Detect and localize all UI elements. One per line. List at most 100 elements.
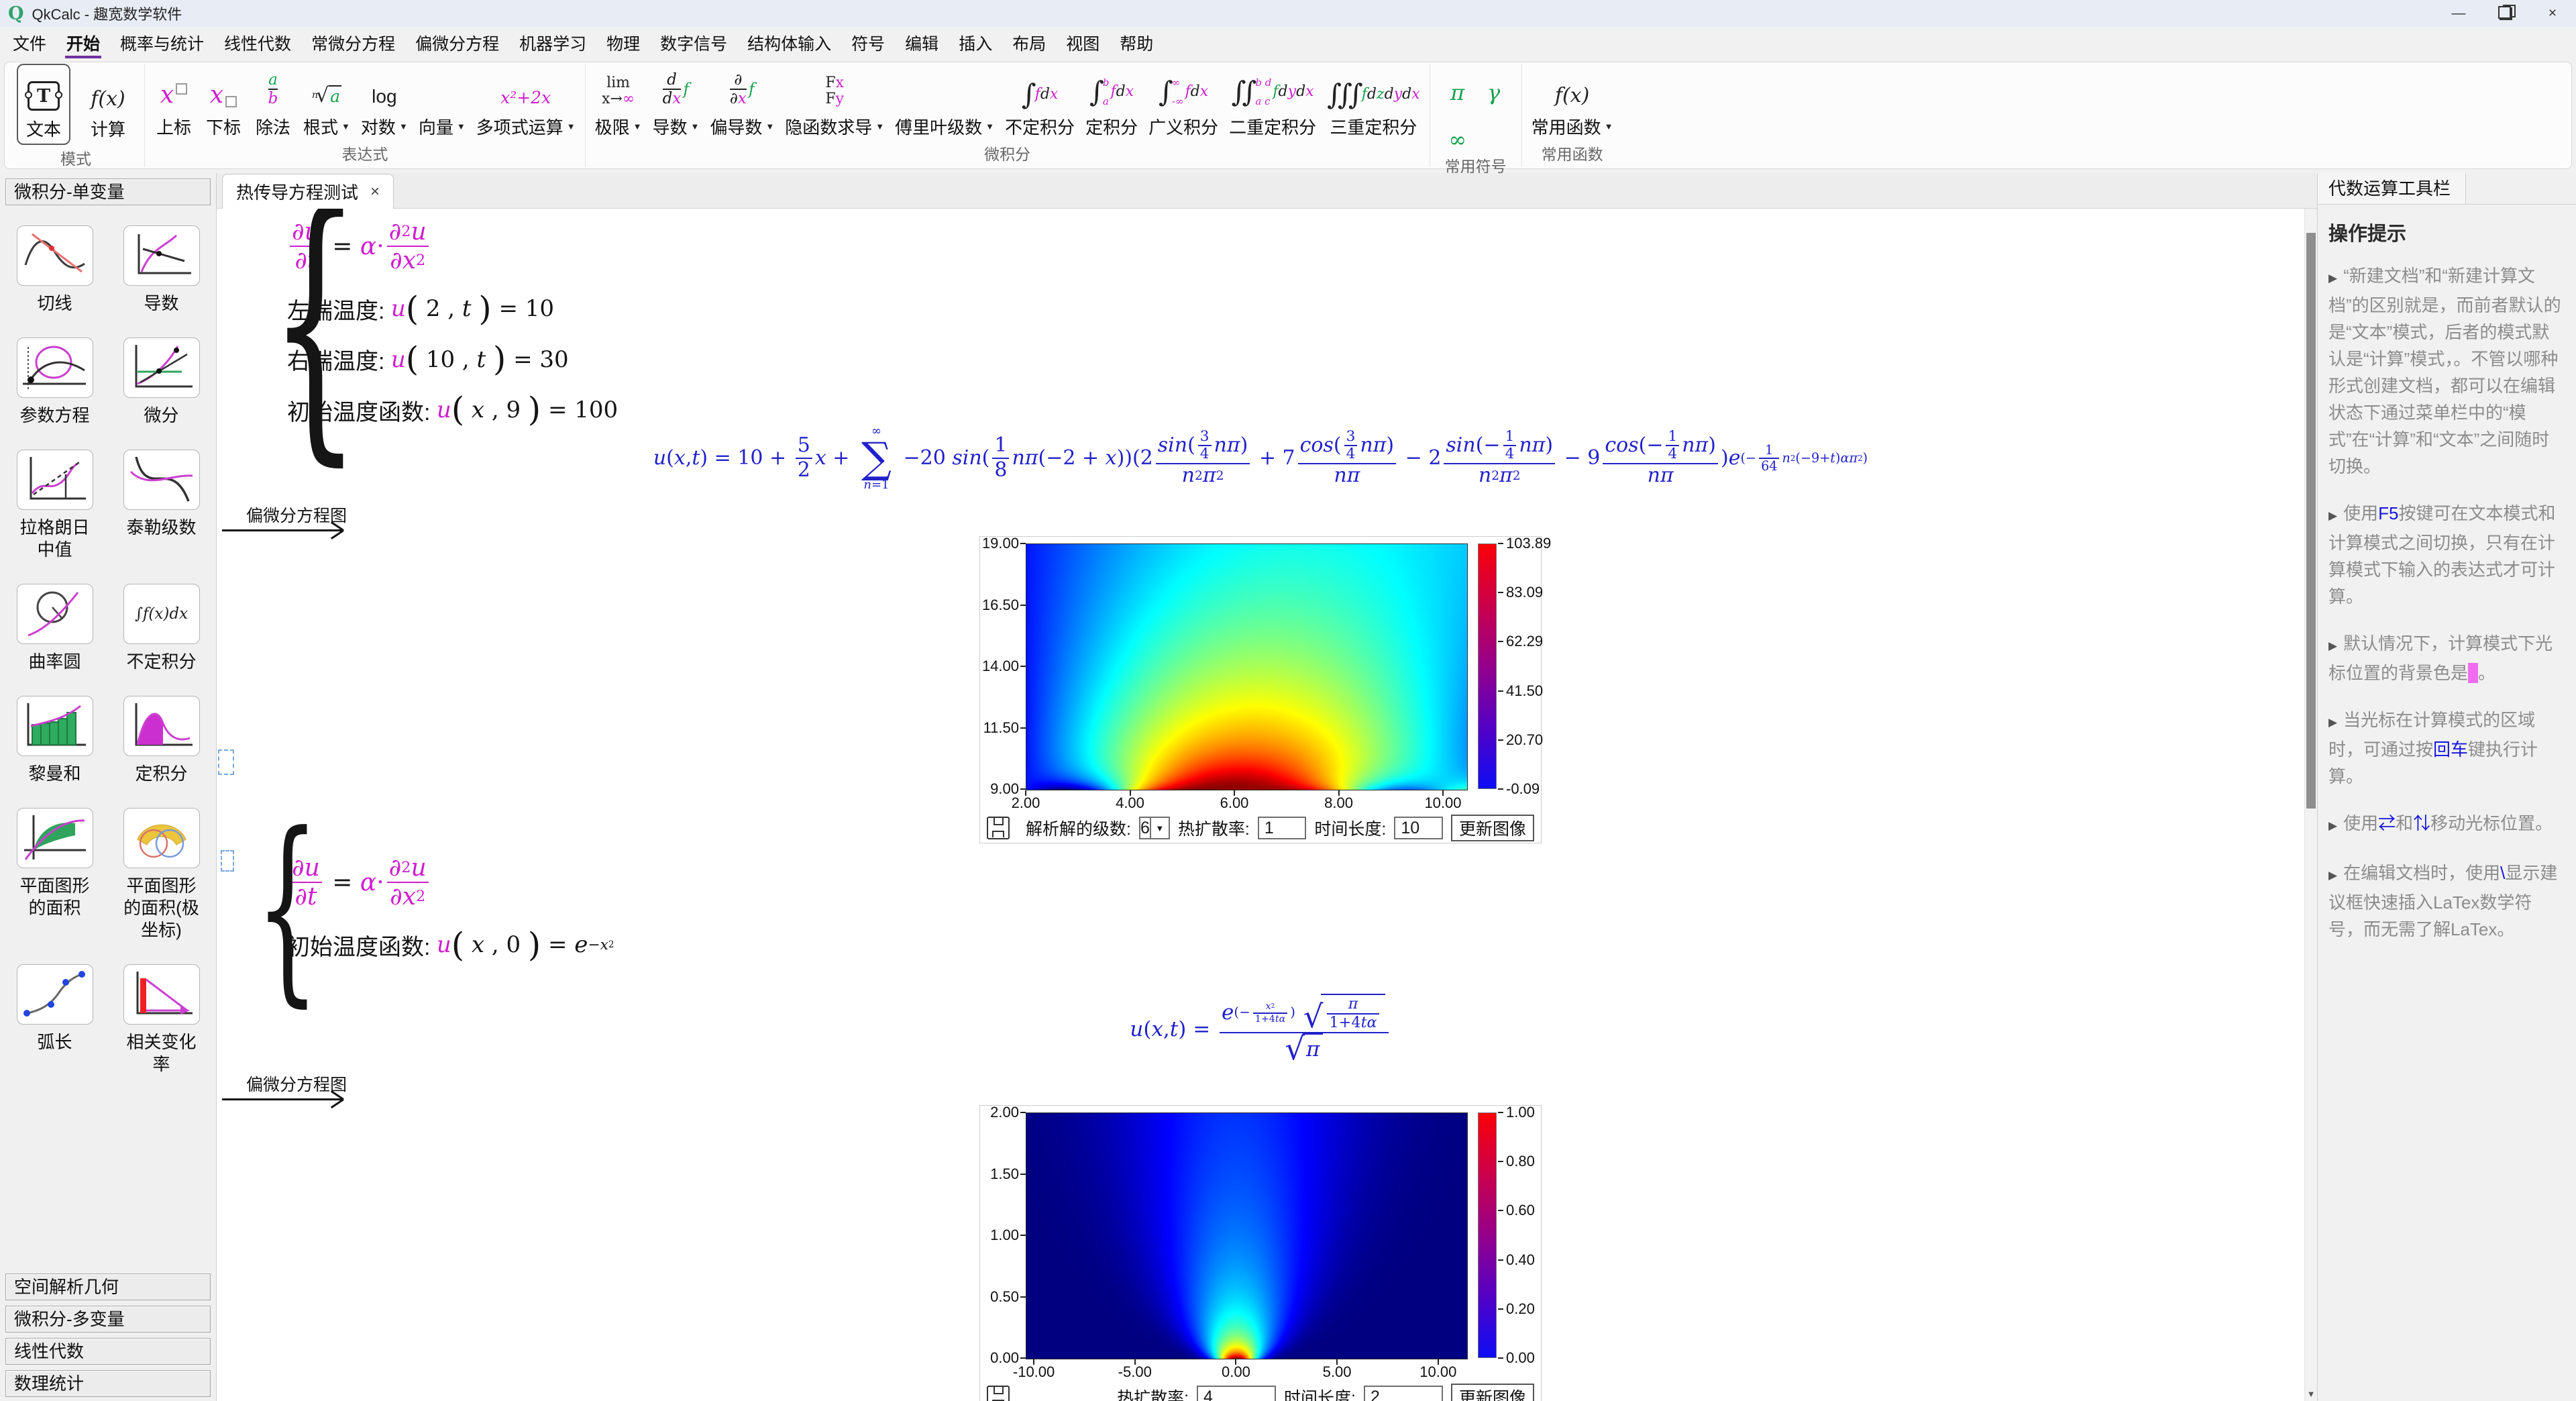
menu-item[interactable]: 常微分方程 xyxy=(301,27,405,62)
scroll-down-icon[interactable]: ▼ xyxy=(2305,1389,2317,1399)
menu-item[interactable]: 视图 xyxy=(1056,27,1110,62)
menu-item[interactable]: 结构体输入 xyxy=(737,27,841,62)
fourier-series-button[interactable]: 傅里叶级数 ▼ xyxy=(895,66,994,139)
menu-item[interactable]: 数字信号 xyxy=(650,27,737,62)
implicit-diff-button[interactable]: Fx Fy 隐函数求导 ▼ xyxy=(785,66,884,139)
definite-integral-icon xyxy=(123,696,200,756)
equation-system-1[interactable]: { ∂u ∂t = α· ∂ 2 u ∂x 2 左端温度: u( 2 , t ) = 10 … xyxy=(223,209,618,466)
double-integral-button[interactable]: ∫∫ b da c fdydx 二重定积分 xyxy=(1229,66,1316,139)
chevron-down-icon: ▼ xyxy=(633,121,642,132)
sidebar-section[interactable]: 空间解析几何 xyxy=(5,1274,211,1300)
sidebar-item-lagrange[interactable]: 拉格朗日中值 xyxy=(4,450,106,561)
superscript-button[interactable]: x 上标 xyxy=(154,66,193,139)
menu-item[interactable]: 文件 xyxy=(3,27,56,62)
symbol-infinity-button[interactable]: ∞ xyxy=(1448,111,1466,152)
colorbar-tick-label: 0.00 xyxy=(1506,1349,1535,1366)
sidebar-item-taylor[interactable]: 泰勒级数 xyxy=(111,450,213,561)
tips-panel: 操作提示 ▶ “新建文档”和“新建计算文档”的区别就是，而前者默认的是“文本”模式… xyxy=(2318,204,2576,1401)
sidebar-item-differential[interactable]: 微分 xyxy=(111,338,213,427)
save-icon[interactable] xyxy=(987,817,1010,839)
parameter-input[interactable]: 10 xyxy=(1394,817,1443,839)
radical-button[interactable]: n √ a 根式 ▼ xyxy=(303,66,350,139)
sidebar-item-tangent[interactable]: 切线 xyxy=(4,225,106,315)
ribbon-group-label: 表达式 xyxy=(341,146,388,163)
partial-derivative-button[interactable]: ∂ ∂x f 偏导数 ▼ xyxy=(710,66,774,139)
riemann-icon xyxy=(16,696,93,756)
scrollbar-thumb[interactable] xyxy=(2306,233,2316,809)
close-button[interactable]: × xyxy=(2529,0,2576,27)
pde-plot-button-2[interactable]: 偏微分方程图 xyxy=(222,1072,347,1100)
tangent-icon xyxy=(16,225,93,286)
ribbon-group: T 文本 f(x) 计算 模式 xyxy=(7,64,146,168)
division-button[interactable]: a b 除法 xyxy=(254,66,292,139)
vector-button[interactable]: 向量 ▼ xyxy=(419,66,466,139)
equation-system-2[interactable]: { ∂u ∂t = α· ∂ 2 u ∂x 2 初始温度函数: u( x , 0 ) = e… xyxy=(223,807,614,1008)
y-axis-tick-label: 16.50 xyxy=(981,596,1019,613)
sidebar-item-plane-area[interactable]: 平面图形的面积 xyxy=(4,808,106,941)
definite-integral-button[interactable]: ∫ b a fdx 定积分 xyxy=(1085,66,1138,139)
menu-item[interactable]: 机器学习 xyxy=(509,27,596,62)
menu-item[interactable]: 帮助 xyxy=(1110,27,1163,62)
menu-item[interactable]: 物理 xyxy=(596,27,650,62)
sidebar-item-polar-area[interactable]: 平面图形的面积(极坐标) xyxy=(111,808,213,941)
menu-item[interactable]: 插入 xyxy=(949,27,1002,62)
menu-item[interactable]: 编辑 xyxy=(895,27,949,62)
indefinite-integral-button[interactable]: ∫ fdx 不定积分 xyxy=(1005,66,1075,139)
update-image-button[interactable]: 更新图像 xyxy=(1450,815,1534,841)
sidebar-item-derivative[interactable]: 导数 xyxy=(111,225,213,315)
sidebar-section[interactable]: 微积分-多变量 xyxy=(5,1306,211,1333)
sidebar-item-parametric[interactable]: 参数方程 xyxy=(4,338,106,427)
heatmap-canvas-2 xyxy=(1026,1113,1467,1359)
logarithm-button[interactable]: log 对数 ▼ xyxy=(361,66,408,139)
sidebar: 微积分-单变量 切线 导数 参数方程 微分 拉格朗日中值 泰勒级数 曲率圆 ∫f(x)dx 不定… xyxy=(0,173,217,1401)
sidebar-item-antiderivative[interactable]: ∫f(x)dx 不定积分 xyxy=(111,584,213,673)
minimize-button[interactable]: — xyxy=(2435,0,2482,27)
polynomial-ops-button[interactable]: x²+2x 多项式运算 ▼ xyxy=(476,66,576,139)
parameter-input[interactable]: 2 xyxy=(1363,1386,1443,1401)
improper-integral-button[interactable]: ∫ ∞ -∞ fdx 广义积分 xyxy=(1148,66,1218,139)
parameter-input[interactable]: 1 xyxy=(1257,817,1307,839)
x-axis-tick-label: 4.00 xyxy=(1116,794,1144,811)
initial-condition-2: 初始温度函数: u( x , 0 ) = e −x 2 xyxy=(287,925,614,964)
parameter-input[interactable]: 4 xyxy=(1197,1386,1277,1401)
vertical-scrollbar[interactable]: ▼ xyxy=(2304,209,2317,1401)
common-functions-button[interactable]: f(x) 常用函数 ▼ xyxy=(1532,66,1613,139)
calc-mode-button[interactable]: f(x) 计算 xyxy=(81,64,135,145)
sidebar-header-calculus-single[interactable]: 微积分-单变量 xyxy=(5,178,211,205)
text-mode-button[interactable]: T 文本 xyxy=(17,64,71,145)
limit-button[interactable]: lim x→∞ 极限 ▼ xyxy=(595,66,642,139)
derivative-button[interactable]: d dx f 导数 ▼ xyxy=(652,66,699,139)
subscript-button[interactable]: x 下标 xyxy=(204,66,243,139)
triple-integral-button[interactable]: ∫∫∫ fdzdydx 三重定积分 xyxy=(1327,66,1420,139)
document-canvas[interactable]: { ∂u ∂t = α· ∂ 2 u ∂x 2 左端温度: u( 2 , t ) = 10 … xyxy=(217,209,2304,1401)
document-tab[interactable]: 热传导方程测试 × xyxy=(222,174,394,209)
save-icon[interactable] xyxy=(987,1386,1010,1401)
bullet-icon: ▶ xyxy=(2328,272,2338,284)
window-controls: — × xyxy=(2435,0,2576,27)
sidebar-item-arc-length[interactable]: 弧长 xyxy=(4,964,106,1076)
bullet-icon: ▶ xyxy=(2328,716,2338,729)
sidebar-section[interactable]: 数理统计 xyxy=(5,1370,211,1397)
menu-item[interactable]: 线性代数 xyxy=(214,27,301,62)
restore-button[interactable] xyxy=(2482,0,2529,27)
related-rates-icon xyxy=(123,964,200,1025)
tip-paragraph: ▶ 使用F5按键可在文本模式和计算模式之间切换，只有在计算模式下输入的表达式才可计… xyxy=(2328,503,2556,607)
pde-plot-button-1[interactable]: 偏微分方程图 xyxy=(222,503,347,531)
menu-item[interactable]: 布局 xyxy=(1002,27,1056,62)
menu-item[interactable]: 开始 xyxy=(56,27,110,62)
series-order-select[interactable]: 6 ▼ xyxy=(1138,817,1170,839)
tab-close-icon[interactable]: × xyxy=(370,183,380,201)
sidebar-section[interactable]: 线性代数 xyxy=(5,1338,211,1365)
sidebar-item-riemann[interactable]: 黎曼和 xyxy=(4,696,106,785)
sidebar-item-related-rates[interactable]: 相关变化率 xyxy=(111,964,213,1076)
symbol-gamma-button[interactable]: γ xyxy=(1487,64,1500,105)
menu-item[interactable]: 概率与统计 xyxy=(110,27,214,62)
y-axis-tick-label: 0.50 xyxy=(990,1288,1019,1305)
menu-item[interactable]: 偏微分方程 xyxy=(405,27,509,62)
update-image-button[interactable]: 更新图像 xyxy=(1450,1384,1534,1401)
titlebar: Q QkCalc - 趣宽数学软件 — × xyxy=(0,0,2576,27)
sidebar-item-curvature[interactable]: 曲率圆 xyxy=(4,584,106,673)
symbol-pi-button[interactable]: π xyxy=(1450,64,1464,105)
sidebar-item-definite-integral[interactable]: 定积分 xyxy=(111,696,213,785)
menu-item[interactable]: 符号 xyxy=(841,27,895,62)
